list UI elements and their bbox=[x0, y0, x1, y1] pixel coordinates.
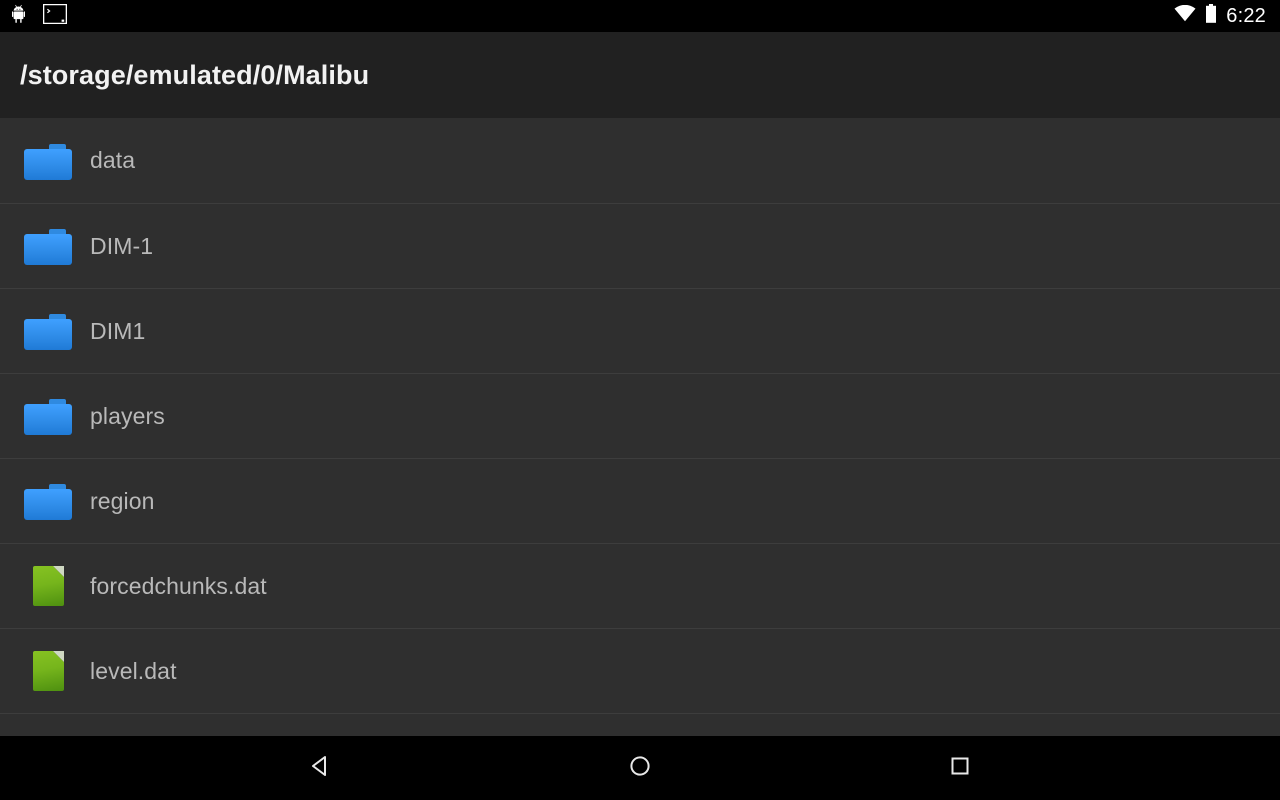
file-list-item[interactable]: data bbox=[0, 118, 1280, 204]
android-robot-icon bbox=[12, 4, 29, 28]
home-circle-icon bbox=[626, 752, 654, 785]
status-bar-clock: 6:22 bbox=[1226, 4, 1266, 27]
current-path-title: /storage/emulated/0/Malibu bbox=[20, 59, 370, 90]
navigation-bar bbox=[0, 736, 1280, 800]
back-triangle-icon bbox=[306, 752, 334, 785]
recents-button[interactable] bbox=[800, 736, 1120, 800]
file-list-item-label: DIM-1 bbox=[90, 232, 154, 259]
file-list-item[interactable]: DIM1 bbox=[0, 289, 1280, 374]
recents-square-icon bbox=[946, 752, 974, 785]
file-list-item-label: forcedchunks.dat bbox=[90, 572, 267, 599]
action-bar: /storage/emulated/0/Malibu bbox=[0, 32, 1280, 118]
file-list-item-partial[interactable] bbox=[0, 714, 1280, 736]
file-icon bbox=[24, 649, 72, 693]
file-list-item[interactable]: DIM-1 bbox=[0, 204, 1280, 289]
back-button[interactable] bbox=[160, 736, 480, 800]
folder-icon bbox=[24, 139, 72, 183]
file-list-item[interactable]: players bbox=[0, 374, 1280, 459]
folder-icon bbox=[24, 224, 72, 268]
status-bar-right-icons: 6:22 bbox=[1174, 4, 1266, 28]
file-list-item-label: players bbox=[90, 402, 165, 429]
folder-icon bbox=[24, 309, 72, 353]
file-list-item-label: region bbox=[90, 487, 155, 514]
file-list-item[interactable]: forcedchunks.dat bbox=[0, 544, 1280, 629]
file-list-item-label: level.dat bbox=[90, 657, 177, 684]
file-icon bbox=[24, 564, 72, 608]
file-list-item[interactable]: level.dat bbox=[0, 629, 1280, 714]
terminal-window-icon bbox=[42, 3, 68, 29]
status-bar-left-icons bbox=[12, 3, 68, 29]
folder-icon bbox=[24, 479, 72, 523]
status-bar: 6:22 bbox=[0, 0, 1280, 32]
battery-icon bbox=[1205, 4, 1217, 28]
file-list-item[interactable]: region bbox=[0, 459, 1280, 544]
file-list-item-label: data bbox=[90, 147, 136, 173]
home-button[interactable] bbox=[480, 736, 800, 800]
file-list[interactable]: data DIM-1 DIM1 players region forcedchu… bbox=[0, 118, 1280, 736]
wifi-icon bbox=[1174, 4, 1196, 27]
folder-icon bbox=[24, 394, 72, 438]
file-list-item-label: DIM1 bbox=[90, 317, 146, 344]
